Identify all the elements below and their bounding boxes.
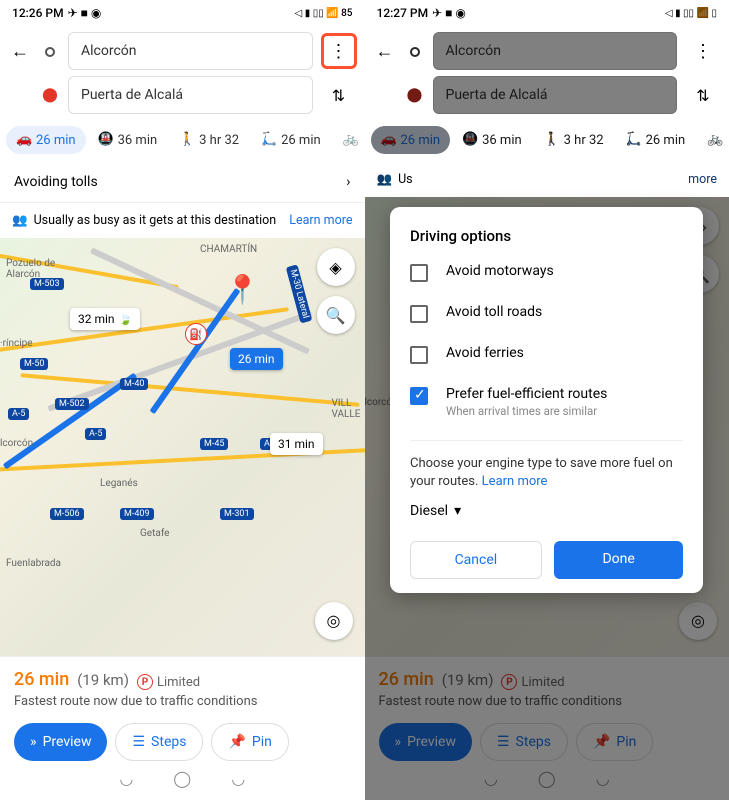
dropdown-icon: ▾	[454, 503, 461, 519]
back-icon[interactable]: ←	[8, 41, 32, 62]
steps-button[interactable]: ☰Steps	[115, 723, 203, 761]
dialog-overlay[interactable]: Driving options Avoid motorways Avoid to…	[365, 0, 729, 800]
engine-learn-more-link[interactable]: Learn more	[482, 474, 548, 489]
main-route-bubble[interactable]: 26 min	[230, 348, 283, 370]
route-time: 26 min	[14, 669, 69, 690]
alt-route-bubble-1[interactable]: 32 min🍃	[70, 308, 140, 330]
mode-bike[interactable]: 🚲	[333, 126, 365, 154]
nav-icon-3[interactable]: ◡	[231, 769, 245, 788]
pin-icon: 📌	[228, 734, 245, 750]
destination-pin-icon: ⬤	[40, 87, 60, 103]
driving-options-dialog: Driving options Avoid motorways Avoid to…	[390, 207, 703, 593]
avoiding-tolls-row[interactable]: Avoiding tolls ›	[0, 162, 365, 203]
parking-icon: P	[137, 674, 153, 690]
option-fuel-efficient[interactable]: Prefer fuel-efficient routes When arriva…	[410, 386, 683, 418]
people-icon: 👥	[12, 213, 28, 228]
mode-car[interactable]: 🚗26 min	[6, 126, 86, 154]
nav-bar: ◡ ◯ ◡	[14, 761, 351, 792]
parking-info: P Limited	[137, 674, 200, 690]
swap-button[interactable]: ⇅	[321, 77, 357, 113]
mode-scooter[interactable]: 🛴26 min	[251, 126, 331, 154]
route-header: ← Alcorcón ⋮ ⬤ Puerta de Alcalá ⇅	[0, 26, 365, 120]
more-options-button[interactable]: ⋮	[321, 33, 357, 69]
travel-modes: 🚗26 min 🚇36 min 🚶3 hr 32 🛴26 min 🚲	[0, 120, 365, 162]
checkbox-unchecked[interactable]	[410, 346, 428, 364]
route-subline: Fastest route now due to traffic conditi…	[14, 694, 351, 709]
option-avoid-motorways[interactable]: Avoid motorways	[410, 263, 683, 282]
destination-input[interactable]: Puerta de Alcalá	[68, 76, 313, 114]
engine-selector[interactable]: Diesel ▾	[410, 503, 683, 519]
divider	[410, 440, 683, 441]
my-location-button[interactable]: ◎	[315, 602, 353, 640]
destination-marker-icon[interactable]: 📍	[225, 273, 260, 306]
checkbox-checked[interactable]	[410, 387, 428, 405]
route-distance: (19 km)	[77, 671, 129, 689]
cancel-button[interactable]: Cancel	[410, 541, 542, 579]
chevron-right-icon: ›	[346, 174, 350, 190]
search-button[interactable]: 🔍	[317, 296, 355, 334]
alt-route-bubble-2[interactable]: 31 min	[270, 433, 323, 455]
busy-row: 👥 Usually as busy as it gets at this des…	[0, 203, 365, 238]
dialog-title: Driving options	[410, 227, 683, 245]
learn-more-link[interactable]: Learn more	[289, 213, 352, 228]
engine-text: Choose your engine type to save more fue…	[410, 455, 683, 491]
checkbox-unchecked[interactable]	[410, 264, 428, 282]
status-time: 12:26 PM	[12, 6, 64, 20]
status-icons: ✈ ■ ◉	[68, 6, 102, 20]
leaf-icon: 🍃	[119, 313, 133, 326]
preview-button[interactable]: »Preview	[14, 723, 107, 761]
pin-button[interactable]: 📌Pin	[211, 723, 288, 761]
origin-input[interactable]: Alcorcón	[68, 32, 313, 70]
map-view[interactable]: CHAMARTÍN Pozuelo de Alarcón VILL VALLE …	[0, 238, 365, 656]
nav-icon-1[interactable]: ◡	[119, 769, 133, 788]
left-screenshot: 12:26 PM ✈ ■ ◉ ◁ ▮ ▯▯ 📶 85 ← Alcorcón ⋮ …	[0, 0, 365, 800]
origin-dot-icon	[40, 42, 60, 61]
nav-icon-2[interactable]: ◯	[173, 769, 191, 788]
right-screenshot: 12:27 PM ✈ ■ ◉ ◁ ▮ ▯▯ 📶 ▯ ← Alcorcón ⋮ ⬤…	[365, 0, 729, 800]
status-bar: 12:26 PM ✈ ■ ◉ ◁ ▮ ▯▯ 📶 85	[0, 0, 365, 26]
preview-icon: »	[30, 734, 37, 750]
list-icon: ☰	[132, 734, 145, 750]
layers-button[interactable]: ◈	[317, 248, 355, 286]
option-avoid-ferries[interactable]: Avoid ferries	[410, 345, 683, 364]
route-card: 26 min (19 km) P Limited Fastest route n…	[0, 656, 365, 800]
status-right: ◁ ▮ ▯▯ 📶 85	[295, 8, 353, 19]
mode-transit[interactable]: 🚇36 min	[88, 126, 168, 154]
option-avoid-tolls[interactable]: Avoid toll roads	[410, 304, 683, 323]
mode-walk[interactable]: 🚶3 hr 32	[169, 126, 249, 154]
fuel-marker-icon[interactable]: ⛽	[185, 323, 207, 345]
checkbox-unchecked[interactable]	[410, 305, 428, 323]
done-button[interactable]: Done	[554, 541, 684, 579]
